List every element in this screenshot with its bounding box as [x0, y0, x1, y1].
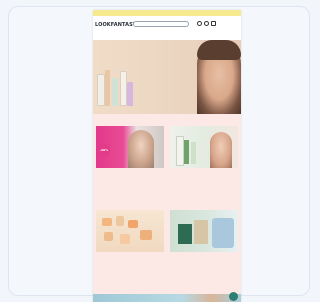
next-banner[interactable] [93, 294, 241, 302]
product-jar-image [116, 216, 124, 226]
model-hair-image [197, 40, 241, 60]
basket-icon[interactable] [211, 21, 216, 26]
product-jar-image [120, 234, 130, 244]
product-jar-image [128, 220, 138, 228]
product-bottle-image [191, 142, 196, 164]
product-jar-image [102, 218, 112, 226]
promo-image [170, 126, 238, 168]
wishlist-icon[interactable] [204, 21, 209, 26]
webpage-preview: LOOKFANTASTIC -20% [93, 10, 241, 302]
product-box-image [194, 220, 208, 244]
product-bottle-image [127, 82, 133, 106]
account-icon[interactable] [197, 21, 202, 26]
product-fabric-image [212, 218, 234, 248]
promo-image: -20% [96, 126, 164, 168]
model-image [128, 130, 154, 168]
promo-section: -20% [93, 114, 241, 294]
promo-tile[interactable]: -20% [96, 126, 164, 171]
promo-tile[interactable] [170, 210, 238, 255]
promo-tile[interactable] [96, 210, 164, 255]
header-icons [197, 21, 216, 27]
product-jar-image [140, 230, 152, 240]
product-bottle-image [120, 71, 127, 106]
product-bottle-image [184, 140, 189, 164]
promo-image [96, 210, 164, 252]
site-header: LOOKFANTASTIC [93, 16, 241, 45]
discount-badge: -20% [98, 144, 110, 156]
product-bottle-image [176, 136, 184, 166]
model-image [210, 132, 232, 168]
product-bottle-image [112, 78, 118, 106]
search-input[interactable] [133, 21, 189, 27]
chat-icon[interactable] [229, 292, 238, 301]
product-bottle-image [97, 74, 105, 106]
product-box-image [178, 224, 192, 244]
hero-banner[interactable] [93, 40, 241, 114]
promo-tile[interactable] [170, 126, 238, 171]
promo-image [170, 210, 238, 252]
product-bottle-image [105, 70, 110, 106]
product-jar-image [104, 232, 113, 241]
